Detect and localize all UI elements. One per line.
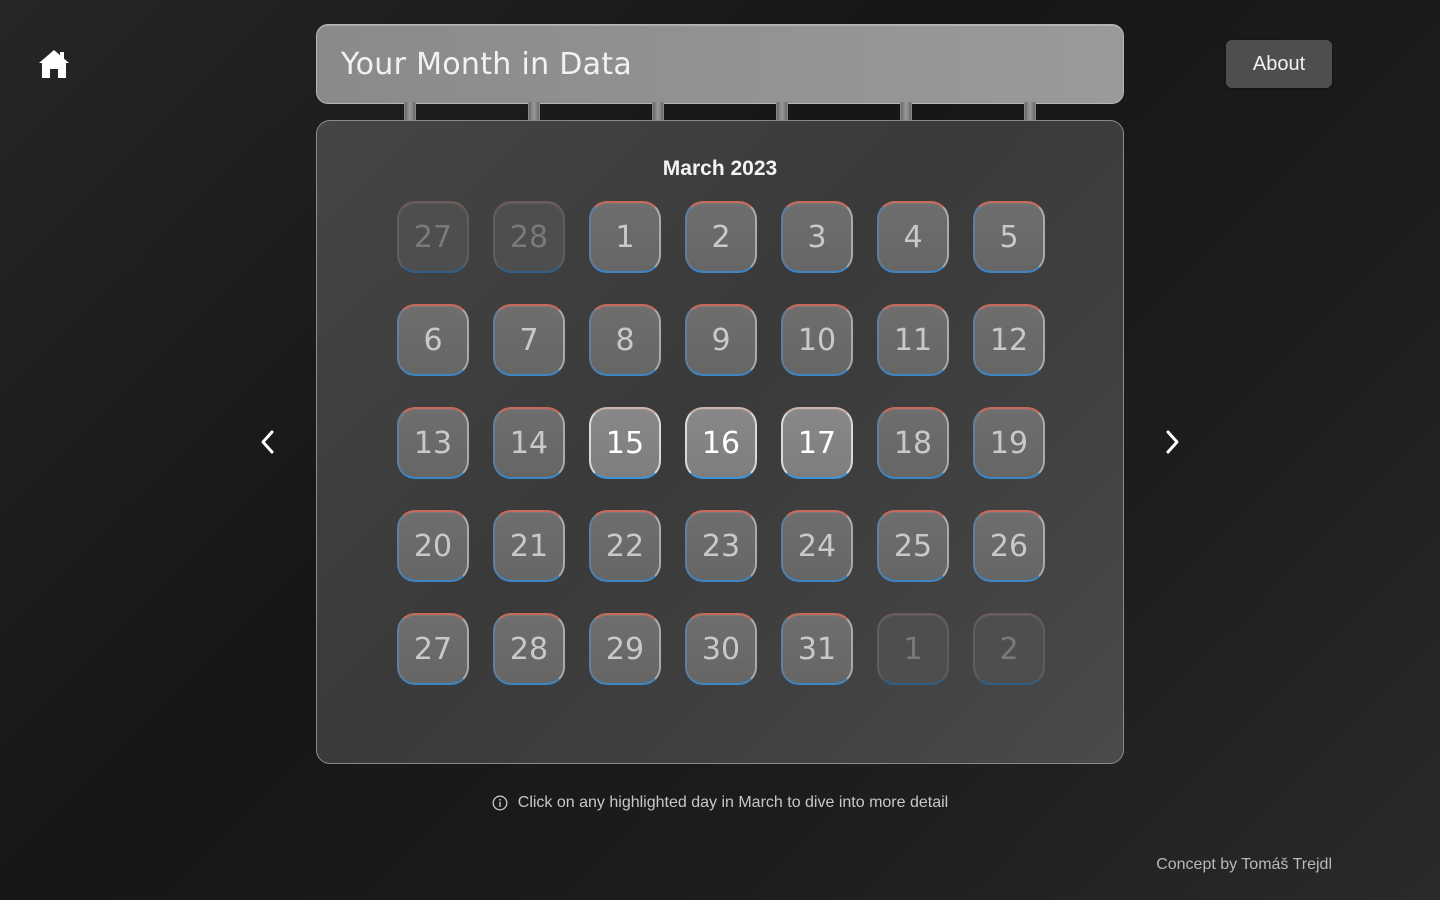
home-icon <box>39 50 69 78</box>
info-icon <box>492 795 508 811</box>
calendar-day[interactable]: 1 <box>589 201 661 273</box>
page-title: Your Month in Data <box>341 46 633 82</box>
calendar-day[interactable]: 11 <box>877 304 949 376</box>
calendar-day[interactable]: 10 <box>781 304 853 376</box>
calendar-day[interactable]: 19 <box>973 407 1045 479</box>
footer-credit: Concept by Tomáš Trejdl <box>1156 856 1332 873</box>
calendar-day[interactable]: 12 <box>973 304 1045 376</box>
home-button[interactable] <box>36 46 72 82</box>
calendar-day[interactable]: 25 <box>877 510 949 582</box>
hint-text: Click on any highlighted day in March to… <box>517 794 949 811</box>
days-grid: 27 28 1 2 3 4 5 6 7 8 9 10 11 12 13 14 15 16 17 18 19 20 21 22 2… <box>397 201 1045 685</box>
calendar-card: March 2023 27 28 1 2 3 4 5 6 7 8 9 10 11 12 13 14 15 16 17… <box>316 120 1124 764</box>
calendar-day-outside[interactable]: 2 <box>973 613 1045 685</box>
calendar-day-outside[interactable]: 27 <box>397 201 469 273</box>
calendar-day[interactable]: 24 <box>781 510 853 582</box>
chevron-right-icon <box>1166 430 1179 454</box>
calendar-day[interactable]: 23 <box>685 510 757 582</box>
calendar-day-outside[interactable]: 28 <box>493 201 565 273</box>
calendar-day[interactable]: 13 <box>397 407 469 479</box>
hint-message: Click on any highlighted day in March to… <box>0 794 1440 812</box>
calendar-day-highlighted[interactable]: 17 <box>781 407 853 479</box>
calendar-day-outside[interactable]: 1 <box>877 613 949 685</box>
calendar-day[interactable]: 3 <box>781 201 853 273</box>
calendar-day[interactable]: 30 <box>685 613 757 685</box>
about-button[interactable]: About <box>1226 40 1332 88</box>
calendar-day[interactable]: 14 <box>493 407 565 479</box>
calendar-day[interactable]: 18 <box>877 407 949 479</box>
calendar-day[interactable]: 9 <box>685 304 757 376</box>
calendar-day[interactable]: 5 <box>973 201 1045 273</box>
calendar-day-highlighted[interactable]: 16 <box>685 407 757 479</box>
calendar-day[interactable]: 27 <box>397 613 469 685</box>
calendar-day-highlighted[interactable]: 15 <box>589 407 661 479</box>
title-bar: Your Month in Data <box>316 24 1124 104</box>
calendar-day[interactable]: 26 <box>973 510 1045 582</box>
calendar-day[interactable]: 8 <box>589 304 661 376</box>
calendar-day[interactable]: 20 <box>397 510 469 582</box>
next-month-button[interactable] <box>1156 426 1188 458</box>
calendar-day[interactable]: 4 <box>877 201 949 273</box>
calendar-day[interactable]: 21 <box>493 510 565 582</box>
calendar-day[interactable]: 7 <box>493 304 565 376</box>
calendar-day[interactable]: 22 <box>589 510 661 582</box>
chevron-left-icon <box>261 430 274 454</box>
month-label: March 2023 <box>662 157 778 180</box>
calendar-day[interactable]: 2 <box>685 201 757 273</box>
calendar-day[interactable]: 6 <box>397 304 469 376</box>
calendar-day[interactable]: 28 <box>493 613 565 685</box>
previous-month-button[interactable] <box>252 426 284 458</box>
calendar-day[interactable]: 31 <box>781 613 853 685</box>
calendar-day[interactable]: 29 <box>589 613 661 685</box>
